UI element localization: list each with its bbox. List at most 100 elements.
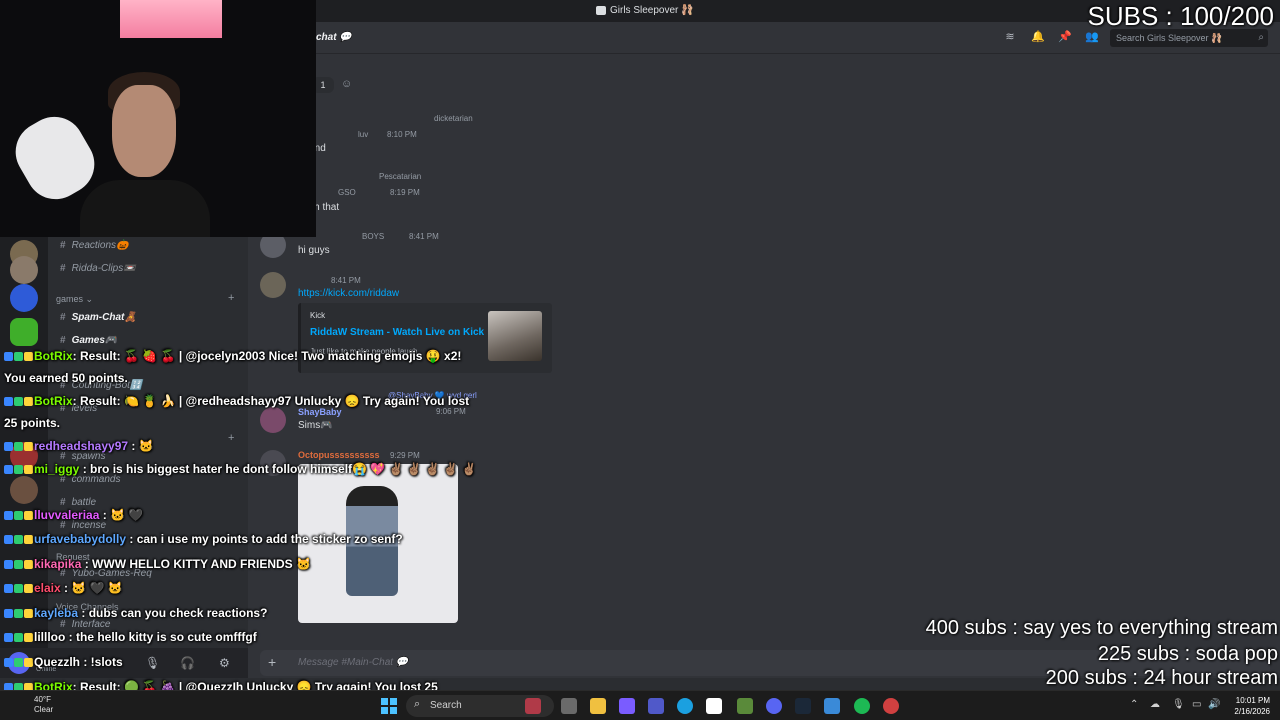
stream-chat-username: urfavebabydolly xyxy=(34,532,127,546)
channel-item[interactable]: # Interface xyxy=(60,619,110,630)
microphone-icon[interactable]: 🎙 xyxy=(145,656,160,670)
chat-badge-icon xyxy=(14,535,23,544)
threads-icon[interactable]: ≋ xyxy=(1004,31,1016,43)
stream-chat-text: : can i use my points to add the sticker… xyxy=(126,532,403,546)
server-icon-kore-live[interactable] xyxy=(10,284,38,312)
message-username[interactable]: Octopussssssssss xyxy=(298,450,380,460)
embed-title[interactable]: RiddaW Stream - Watch Live on Kick xyxy=(310,327,484,338)
chat-badge-icon xyxy=(24,560,33,569)
chat-badge-icon xyxy=(24,465,33,474)
streamer-face xyxy=(112,85,176,177)
user-avatar[interactable] xyxy=(260,407,286,433)
steam-icon[interactable] xyxy=(795,698,811,714)
chat-badge-icon xyxy=(4,352,13,361)
user-avatar[interactable] xyxy=(260,272,286,298)
stream-chat-line: kikapika : WWW HELLO KITTY AND FRIENDS 🐱 xyxy=(4,557,311,571)
channel-item[interactable]: # Spam-Chat🧸 xyxy=(60,312,137,323)
stream-chat-text: : 🐱 xyxy=(128,439,154,453)
channel-item[interactable]: # Reactions🎃 xyxy=(60,240,128,251)
channel-hash-icon: # xyxy=(60,312,66,323)
start-button[interactable] xyxy=(381,698,397,714)
chat-badge-icon xyxy=(4,511,13,520)
weather-widget[interactable]: 40°F Clear xyxy=(34,695,53,715)
channel-item[interactable]: # Games🎮 xyxy=(60,335,117,346)
channel-hash-icon: # xyxy=(60,335,66,346)
stream-chat-username: Quezzlh xyxy=(34,655,81,669)
embed-thumbnail xyxy=(488,311,542,361)
spotify-icon[interactable] xyxy=(854,698,870,714)
message-link[interactable]: https://kick.com/riddaw xyxy=(298,288,399,299)
chat-badge-icon xyxy=(24,609,33,618)
stream-chat-username: BotRix xyxy=(34,394,73,408)
volume-icon[interactable]: 🔊 xyxy=(1208,699,1220,710)
headphones-icon[interactable]: 🎧 xyxy=(180,656,195,670)
stream-chat-text: : 🐱 🖤 🐱 xyxy=(60,581,123,595)
edge-icon[interactable] xyxy=(677,698,693,714)
search-icon: ⌕ xyxy=(414,698,421,710)
tray-mic-icon[interactable]: 🎙 xyxy=(1172,699,1185,710)
file-explorer-icon[interactable] xyxy=(590,698,606,714)
chat-badge-icon xyxy=(14,465,23,474)
add-channel-icon[interactable]: + xyxy=(228,292,234,304)
stream-chat-line: lillloo : the hello kitty is so cute omf… xyxy=(4,630,257,644)
chat-badge-icon xyxy=(24,352,33,361)
reply-reference[interactable]: dicketarian xyxy=(434,114,473,123)
channel-item[interactable]: # battle xyxy=(60,497,96,508)
server-icon[interactable] xyxy=(10,256,38,284)
server-icon-kick[interactable] xyxy=(10,318,38,346)
chrome-icon[interactable] xyxy=(883,698,899,714)
sub-goal: 225 subs : soda pop xyxy=(1097,643,1278,665)
photos-icon[interactable] xyxy=(824,698,840,714)
copilot-icon[interactable] xyxy=(619,698,635,714)
chat-badge-icon xyxy=(24,633,33,642)
stream-chat-text: : the hello kitty is so cute omfffgf xyxy=(65,630,257,644)
message-text: Sims🎮 xyxy=(298,420,333,431)
chat-badge-icon xyxy=(4,633,13,642)
stream-chat-text: : WWW HELLO KITTY AND FRIENDS 🐱 xyxy=(81,557,311,571)
member-list-icon[interactable]: 👥 xyxy=(1085,31,1099,43)
stream-chat-line: urfavebabydolly : can i use my points to… xyxy=(4,532,403,546)
channel-hash-icon: # xyxy=(60,619,66,630)
streamer-shirt xyxy=(80,180,210,237)
chat-badge-icon xyxy=(14,442,23,451)
stream-chat-line: elaix : 🐱 🖤 🐱 xyxy=(4,581,123,595)
add-attachment-icon[interactable]: + xyxy=(268,654,276,670)
teams-icon[interactable] xyxy=(648,698,664,714)
stream-chat-text: : !slots xyxy=(80,655,123,669)
chat-badge-icon xyxy=(4,397,13,406)
discord-icon[interactable] xyxy=(766,698,782,714)
sub-goal: 400 subs : say yes to everything stream xyxy=(925,617,1278,639)
chat-badge-icon xyxy=(4,609,13,618)
cloud-icon[interactable]: ☁ xyxy=(1150,699,1160,710)
add-reaction-icon[interactable]: ☺ xyxy=(341,78,352,90)
webcam-background-screen xyxy=(120,0,222,38)
add-channel-icon[interactable]: + xyxy=(228,432,234,444)
chat-badge-icon xyxy=(14,352,23,361)
tray-chevron-icon[interactable]: ⌃ xyxy=(1130,699,1138,710)
clock-time: 10:01 PM xyxy=(1235,696,1270,705)
sub-goal: 200 subs : 24 hour stream xyxy=(1045,667,1278,689)
channel-item[interactable]: # Ridda-Clips📼 xyxy=(60,263,136,274)
flag-icon[interactable] xyxy=(525,698,541,714)
chat-badge-icon xyxy=(14,511,23,520)
task-view-icon[interactable] xyxy=(561,698,577,714)
chat-badge-icon xyxy=(14,633,23,642)
notification-bell-icon[interactable]: 🔔 xyxy=(1031,31,1045,43)
message-input-placeholder: Message #Main-Chat 💬 xyxy=(298,657,409,668)
pinned-messages-icon[interactable]: 📌 xyxy=(1058,31,1072,43)
chat-badge-icon xyxy=(14,560,23,569)
server-icon[interactable] xyxy=(10,476,38,504)
app-icon[interactable] xyxy=(737,698,753,714)
reply-reference[interactable]: Pescatarian xyxy=(379,172,421,181)
message-time: 8:41 PM xyxy=(409,232,439,241)
category-games[interactable]: games ⌄ xyxy=(56,294,93,305)
message-username[interactable]: ShayBaby xyxy=(298,407,342,417)
settings-gear-icon[interactable]: ⚙ xyxy=(219,656,230,670)
chat-badge-icon xyxy=(24,397,33,406)
store-icon[interactable] xyxy=(706,698,722,714)
channel-hash-icon: # xyxy=(60,497,66,508)
clock[interactable]: 10:01 PM 2/16/2026 xyxy=(1224,695,1270,717)
monitor-icon[interactable]: ▭ xyxy=(1192,699,1201,710)
message-time: 8:19 PM xyxy=(390,188,420,197)
stream-chat-line: Quezzlh : !slots xyxy=(4,655,123,669)
